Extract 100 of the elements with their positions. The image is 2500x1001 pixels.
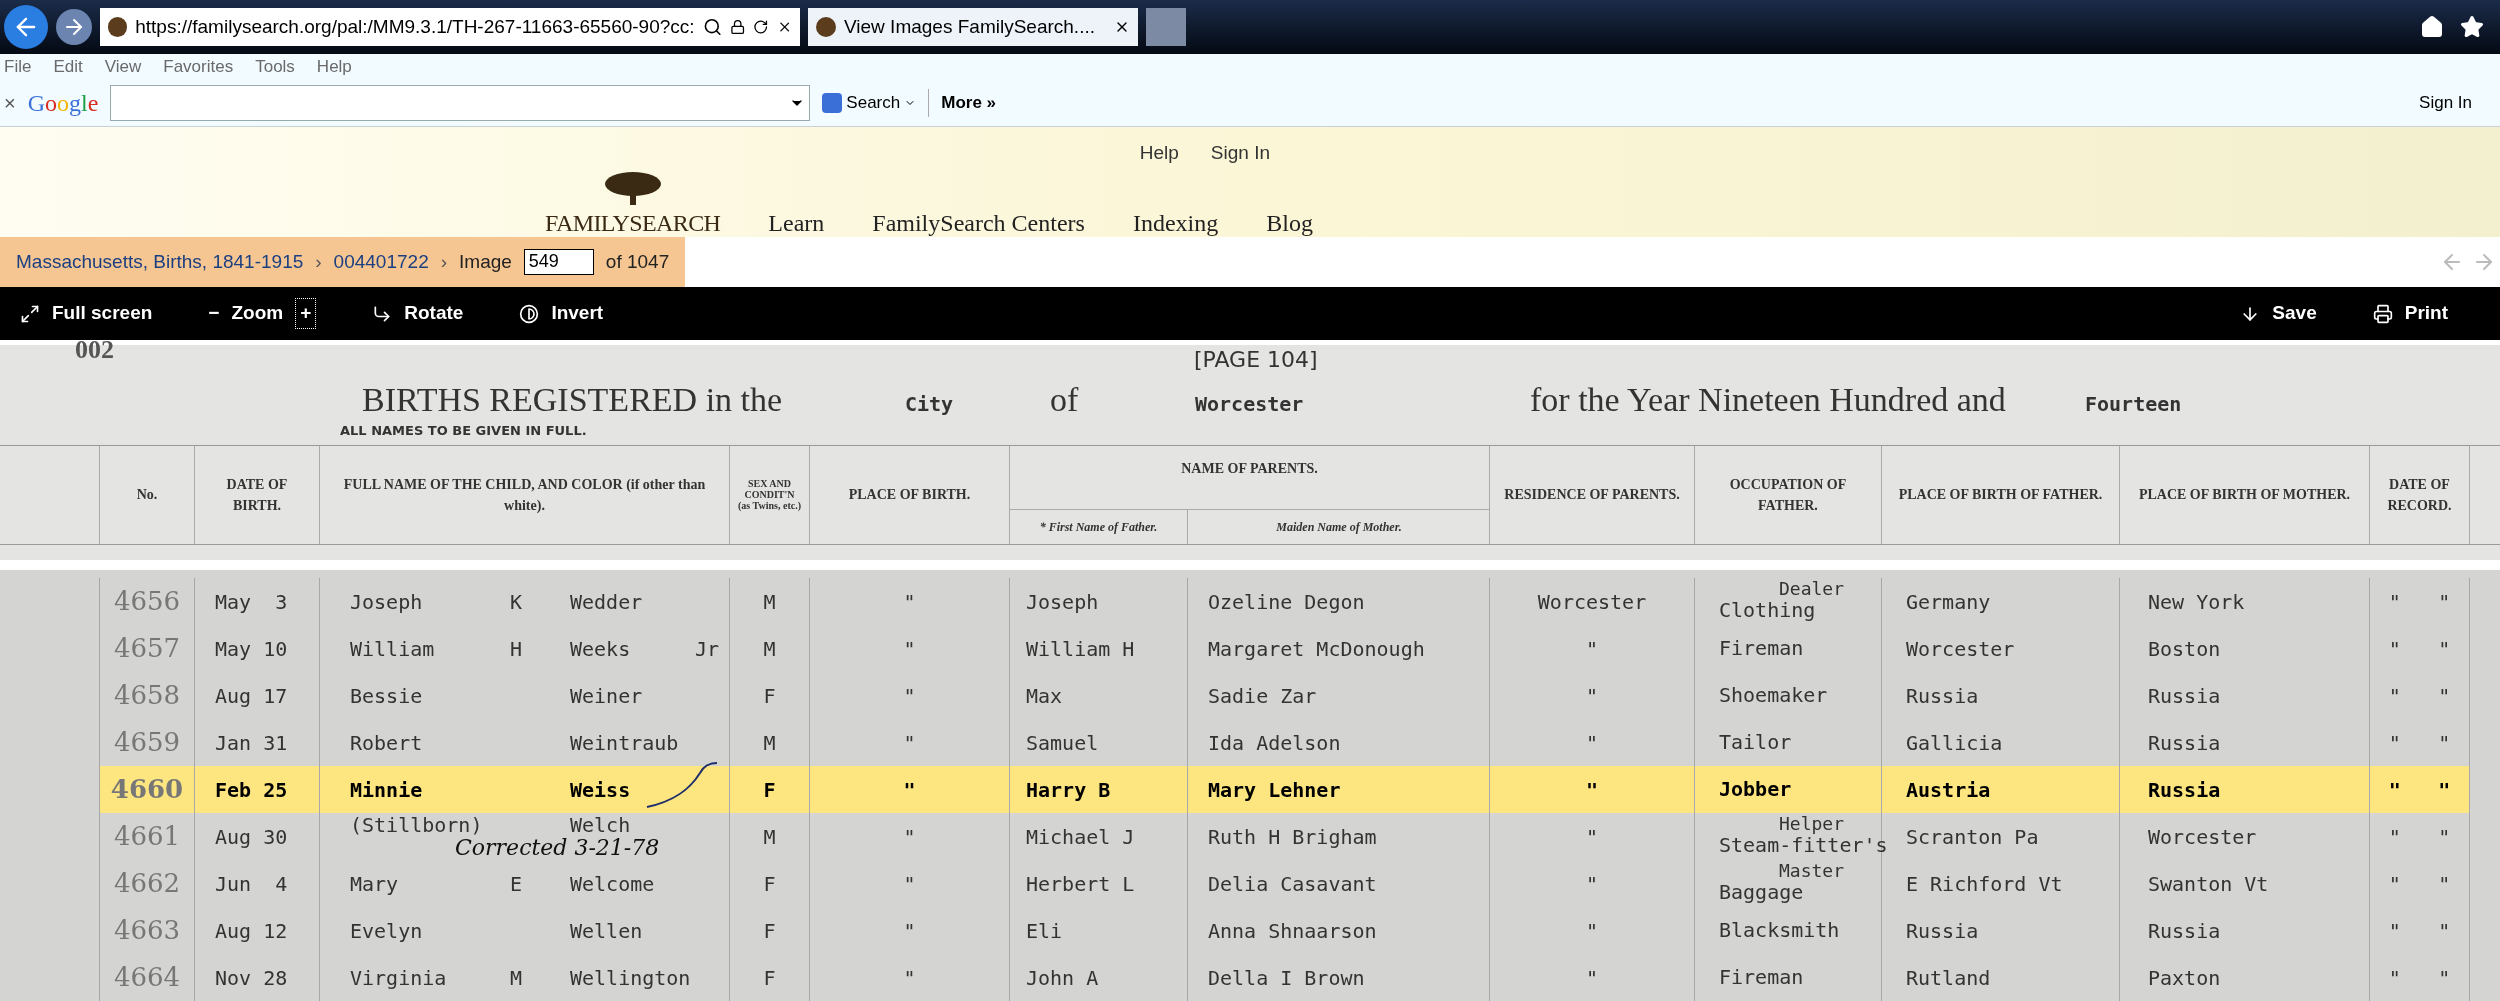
- father-birthplace: Russia: [1906, 917, 1979, 945]
- zoom-out-button[interactable]: −: [208, 299, 220, 328]
- sex: F: [763, 917, 776, 945]
- entry-number: 4661: [113, 820, 181, 853]
- birth-date: Aug 30: [215, 823, 288, 851]
- mother-name: Sadie Zar: [1208, 682, 1317, 710]
- surname: Wedder: [570, 591, 644, 612]
- header-link[interactable]: Help: [1139, 138, 1179, 168]
- father-name: Herbert L: [1026, 870, 1135, 898]
- column-header: PLACE OF BIRTH OF MOTHER.: [2138, 486, 2351, 505]
- register-title-text: for the Year Nineteen Hundred and: [1530, 380, 2006, 418]
- menu-item[interactable]: Help: [316, 54, 352, 80]
- surname: Weiss: [570, 779, 632, 800]
- ditto-mark: ": [2438, 870, 2451, 898]
- entry-number: 4657: [113, 632, 181, 665]
- home-icon[interactable]: [2420, 14, 2444, 39]
- entry-number: 4656: [113, 585, 181, 618]
- register-title-text: Fourteen: [2085, 391, 2182, 416]
- ditto-mark: ": [2388, 729, 2401, 757]
- nav-link[interactable]: FamilySearch Centers: [872, 205, 1085, 242]
- birth-date: Aug 12: [215, 917, 288, 945]
- entry-number: 4662: [113, 867, 181, 900]
- father-birthplace: Austria: [1906, 776, 1991, 804]
- middle-initial: H: [510, 636, 523, 661]
- nav-link[interactable]: Blog: [1266, 205, 1313, 242]
- register-row[interactable]: 4660 Feb 25 Minnie Weiss F " Harry B Mary Lehner " Jobber Austria Russia " ": [0, 766, 2500, 813]
- father-name: Max: [1026, 682, 1063, 710]
- register-title-text: Worcester: [1195, 391, 1304, 416]
- new-tab-button[interactable]: [1146, 7, 1186, 46]
- menu-item[interactable]: Tools: [255, 54, 295, 80]
- site-logo[interactable]: FAMILYSEARCH: [545, 205, 721, 242]
- nav-link[interactable]: Indexing: [1132, 205, 1219, 242]
- ditto-mark: ": [2388, 588, 2401, 616]
- browser-tab[interactable]: View Images FamilySearch....: [808, 7, 1138, 46]
- address-bar[interactable]: https://familysearch.org/pal:/MM9.3.1/TH-267-11663-65560-90?cc:: [100, 7, 800, 46]
- occupation: Jobber: [1719, 777, 1792, 802]
- more-button[interactable]: More »: [941, 90, 997, 116]
- mother-name: Anna Shnaarson: [1208, 917, 1377, 945]
- father-birthplace: Scranton Pa: [1906, 823, 2039, 851]
- breadcrumb-link[interactable]: Massachusetts, Births, 1841-1915: [16, 247, 304, 277]
- mother-name: Delia Casavant: [1208, 870, 1377, 898]
- sex: M: [763, 823, 776, 851]
- register-row[interactable]: 4657 May 10 William H Weeks Jr M " William H Margaret McDonough " Fireman Worcester Boston " ": [0, 625, 2500, 672]
- viewer-tool-button[interactable]: Invert: [519, 299, 604, 328]
- column-header: DATE OF RECORD.: [2386, 475, 2453, 515]
- occupation: Fireman: [1719, 636, 1804, 661]
- site-favicon-icon: [816, 16, 836, 37]
- site-favicon-icon: [108, 16, 128, 37]
- register-title-text: City: [905, 391, 954, 416]
- viewer-action-button[interactable]: Print: [2372, 299, 2448, 328]
- first-name: Robert: [350, 732, 424, 753]
- search-icon: [702, 16, 722, 37]
- viewer-action-button[interactable]: Save: [2240, 299, 2317, 328]
- star-icon[interactable]: [2460, 14, 2484, 39]
- occupation: Steam-fitter's: [1719, 833, 1888, 858]
- birth-date: Aug 17: [215, 682, 288, 710]
- nav-link[interactable]: Learn: [768, 205, 825, 242]
- back-button[interactable]: [4, 4, 48, 49]
- register-row[interactable]: 4658 Aug 17 Bessie Weiner F " Max Sadie Zar " Shoemaker Russia Russia " ": [0, 672, 2500, 719]
- menu-item[interactable]: Edit: [53, 54, 83, 80]
- occupation-note: Dealer: [1779, 580, 1845, 598]
- search-button[interactable]: Search: [822, 90, 917, 116]
- ditto-mark: ": [2438, 588, 2451, 616]
- mother-name: Mary Lehner: [1208, 776, 1341, 804]
- father-name: Samuel: [1026, 729, 1099, 757]
- occupation: Clothing: [1719, 598, 1816, 623]
- expand-icon: [20, 303, 40, 324]
- ditto-mark: ": [903, 588, 916, 616]
- ditto-mark: ": [903, 870, 916, 898]
- sign-in-link[interactable]: Sign In: [2419, 90, 2472, 116]
- menu-item[interactable]: Favorites: [163, 54, 234, 80]
- header-link[interactable]: Sign In: [1210, 138, 1270, 168]
- image-number-input[interactable]: 549: [523, 248, 594, 275]
- menu-item[interactable]: View: [104, 54, 142, 80]
- register-row[interactable]: 4656 May 3 Joseph K Wedder M " Joseph Ozeline Degon Worcester Dealer Clothing Germany New York " ": [0, 578, 2500, 625]
- viewer-tool-button[interactable]: Full screen: [20, 299, 153, 328]
- breadcrumb-link[interactable]: 004401722: [333, 247, 429, 277]
- menu-item[interactable]: File: [4, 54, 32, 80]
- register-row[interactable]: 4662 Jun 4 Mary E Welcome F " Herbert L Delia Casavant " Master Baggage E Richford Vt Swanton Vt " ": [0, 860, 2500, 907]
- register-note: ALL NAMES TO BE GIVEN IN FULL.: [339, 422, 588, 441]
- viewer-tool-button[interactable]: Rotate: [372, 299, 464, 328]
- ditto-mark: ": [2438, 776, 2451, 804]
- image-label: Image: [459, 249, 512, 274]
- entry-number: 4659: [113, 726, 181, 759]
- breadcrumb-separator: ›: [440, 249, 448, 274]
- residence: ": [1585, 964, 1598, 992]
- mother-name: Della I Brown: [1208, 964, 1365, 992]
- refresh-icon[interactable]: [753, 18, 769, 35]
- mother-name: Margaret McDonough: [1208, 635, 1425, 663]
- close-toolbar-button[interactable]: ×: [4, 87, 16, 118]
- surname: Welcome: [570, 873, 656, 894]
- zoom-in-button[interactable]: +: [295, 298, 317, 329]
- register-row[interactable]: 4663 Aug 12 Evelyn Wellen F " Eli Anna Shnaarson " Blacksmith Russia Russia " ": [0, 907, 2500, 954]
- search-field[interactable]: [110, 84, 811, 121]
- entry-number: 4663: [113, 914, 181, 947]
- ditto-mark: ": [2438, 917, 2451, 945]
- register-row[interactable]: 4664 Nov 28 Virginia M Wellington F " John A Della I Brown " Fireman Rutland Paxton " ": [0, 954, 2500, 1001]
- forward-button[interactable]: [56, 8, 92, 45]
- surname: Weintraub: [570, 732, 680, 753]
- sex: M: [763, 729, 776, 757]
